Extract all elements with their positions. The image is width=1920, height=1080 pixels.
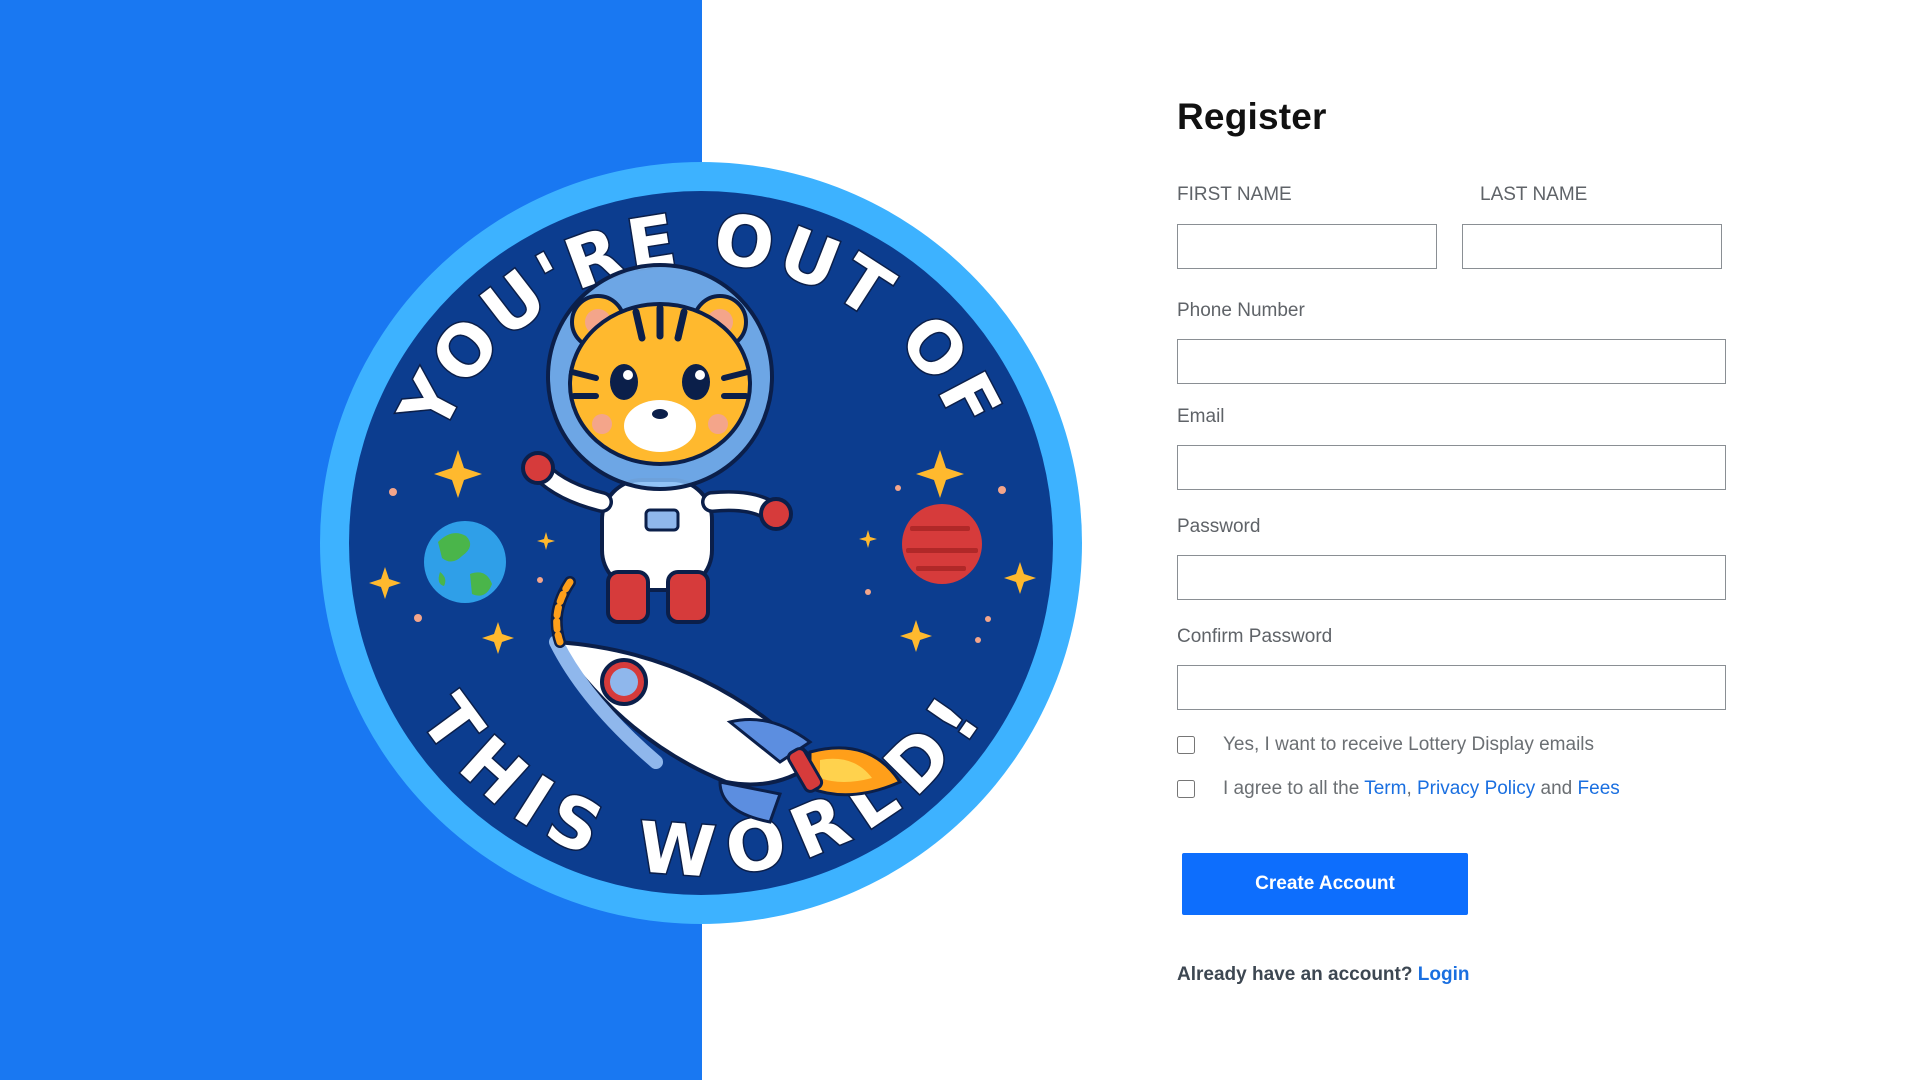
register-form: Register FIRST NAME LAST NAME Phone Numb…	[1177, 0, 1737, 1080]
last-name-label: LAST NAME	[1480, 184, 1588, 205]
have-account-text: Already have an account?	[1177, 964, 1413, 985]
email-label: Email	[1177, 406, 1225, 427]
emails-opt-in-checkbox[interactable]	[1177, 736, 1195, 754]
create-account-button[interactable]: Create Account	[1182, 853, 1468, 915]
comma-text: ,	[1406, 778, 1412, 799]
login-prompt: Already have an account? Login	[1177, 964, 1469, 986]
earth-planet-icon	[424, 521, 506, 603]
password-input[interactable]	[1177, 555, 1726, 600]
phone-number-label: Phone Number	[1177, 300, 1305, 321]
phone-number-input[interactable]	[1177, 339, 1726, 384]
emails-opt-in-row: Yes, I want to receive Lottery Display e…	[1177, 732, 1594, 758]
first-name-input[interactable]	[1177, 224, 1437, 269]
red-planet-icon	[902, 504, 982, 584]
agree-terms-checkbox[interactable]	[1177, 780, 1195, 798]
out-of-this-world-badge: YOU'RE OUT OF THIS WORLD!	[320, 162, 1082, 924]
page-title: Register	[1177, 96, 1327, 137]
term-link[interactable]: Term	[1364, 778, 1406, 799]
email-input[interactable]	[1177, 445, 1726, 490]
fees-link[interactable]: Fees	[1578, 778, 1620, 799]
and-text: and	[1540, 778, 1573, 799]
agree-prefix-text: I agree to all the	[1223, 778, 1360, 799]
login-link[interactable]: Login	[1418, 964, 1470, 985]
confirm-password-input[interactable]	[1177, 665, 1726, 710]
password-label: Password	[1177, 516, 1261, 537]
agree-terms-label: I agree to all the Term, Privacy Policy …	[1223, 778, 1620, 800]
privacy-policy-link[interactable]: Privacy Policy	[1417, 778, 1535, 799]
last-name-input[interactable]	[1462, 224, 1722, 269]
agree-terms-row: I agree to all the Term, Privacy Policy …	[1177, 776, 1620, 802]
emails-opt-in-label: Yes, I want to receive Lottery Display e…	[1223, 734, 1595, 755]
first-name-label: FIRST NAME	[1177, 184, 1292, 205]
confirm-password-label: Confirm Password	[1177, 626, 1333, 647]
